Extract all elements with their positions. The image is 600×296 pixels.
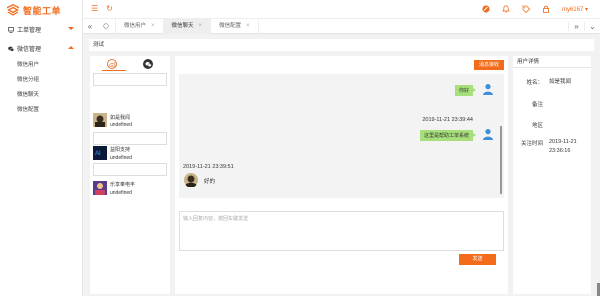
contact-sub: undefined xyxy=(110,155,132,161)
menu-group-wechat[interactable]: 微信管理 xyxy=(0,39,82,58)
weibo-glyph-icon xyxy=(108,61,116,67)
avatar xyxy=(93,113,107,127)
tabs-scroll-right-icon[interactable]: » xyxy=(568,21,584,31)
message-timestamp: 2019-11-21 23:39:51 xyxy=(183,164,234,170)
weibo-icon[interactable] xyxy=(107,59,117,69)
tab-wechat-config[interactable]: 微信配置 × xyxy=(211,18,259,34)
wechat-glyph-icon xyxy=(145,61,151,67)
contact-box xyxy=(93,163,167,176)
caret-down-icon: ▾ xyxy=(584,6,588,13)
sidebar-item-wechat-config[interactable]: 微信配置 xyxy=(0,103,82,118)
active-tab-underline xyxy=(102,70,126,71)
tab-label: 微信聊天 xyxy=(171,22,194,29)
close-icon[interactable]: × xyxy=(246,19,250,34)
field-label: 备注 xyxy=(531,102,543,108)
circle-icon xyxy=(103,23,109,29)
chevron-up-icon xyxy=(68,46,74,49)
menu-group-ticket[interactable]: 工单管理 xyxy=(0,20,82,39)
contact-item[interactable]: 如是我闻 undefined xyxy=(93,93,167,128)
message-timestamp: 2019-11-21 23:39:44 xyxy=(422,117,473,123)
menu-toggle-icon[interactable]: ☰ xyxy=(91,5,98,13)
tabs-scroll-left-icon[interactable]: « xyxy=(83,22,97,31)
bell-icon[interactable] xyxy=(501,5,510,13)
user-detail-panel: 用户详情 姓名： 如是我闻 备注 地区 关注时间 2019-11-21 23:3… xyxy=(513,56,591,294)
top-bar: ☰ ↻ my6167 ▾ xyxy=(83,0,600,19)
contact-sub: undefined xyxy=(110,122,132,128)
app-name: 智能工单 xyxy=(23,5,62,16)
theme-icon[interactable] xyxy=(482,5,490,13)
contact-name: 乐享奉电丰 xyxy=(110,182,136,188)
menu-group-label: 工单管理 xyxy=(17,28,42,34)
svg-text:AI: AI xyxy=(95,151,101,157)
message-text: 好的 xyxy=(204,179,216,185)
main-content: 测试 如是我闻 undefined AI 益阳支持 undefined 乐享奉电… xyxy=(83,35,600,296)
message-input-area[interactable] xyxy=(179,211,504,251)
message-bubble: 你好 xyxy=(454,85,477,96)
tag-icon[interactable] xyxy=(522,5,530,13)
contact-name: 益阳支持 xyxy=(110,147,131,153)
close-icon[interactable]: × xyxy=(199,19,203,34)
chevron-down-icon xyxy=(68,27,74,30)
avatar xyxy=(93,181,107,195)
contact-box xyxy=(93,132,167,145)
wechat-icon xyxy=(8,46,14,51)
contact-name: 如是我闻 xyxy=(110,115,131,121)
avatar xyxy=(184,173,198,187)
contact-item[interactable]: AI 益阳支持 undefined xyxy=(93,132,167,165)
field-label: 地区 xyxy=(531,123,543,129)
send-button[interactable]: 发送 xyxy=(459,254,496,265)
tab-label: 微信配置 xyxy=(219,22,242,29)
username: my6167 xyxy=(561,6,584,13)
menu-group-label: 微信管理 xyxy=(17,47,42,53)
monitor-icon xyxy=(8,26,14,33)
message-list[interactable]: 你好 2019-11-21 23:39:44 这里是帮助工单系统 2019-11… xyxy=(179,74,504,198)
close-icon[interactable]: × xyxy=(151,19,155,34)
tab-wechat-chat[interactable]: 微信聊天 × xyxy=(163,18,212,34)
wechat-icon[interactable] xyxy=(143,59,153,69)
user-avatar-icon xyxy=(483,84,493,95)
tab-label: 微信用户 xyxy=(124,22,147,29)
logo-icon xyxy=(7,4,19,16)
contacts-panel: 如是我闻 undefined AI 益阳支持 undefined 乐享奉电丰 u… xyxy=(90,56,170,294)
sidebar-item-wechat-users[interactable]: 微信用户 xyxy=(0,58,82,73)
sidebar: 智能工单 工单管理 微信管理 微信用户 微信分组 微信聊天 微信配置 xyxy=(0,0,83,296)
page-title: 测试 xyxy=(89,39,594,51)
contact-search-input[interactable] xyxy=(93,73,167,86)
avatar: AI xyxy=(93,146,107,160)
app-logo[interactable]: 智能工单 xyxy=(0,0,82,20)
refresh-icon[interactable]: ↻ xyxy=(106,5,113,13)
detail-title: 用户详情 xyxy=(513,56,591,68)
field-label: 关注时间 xyxy=(520,141,543,147)
sidebar-item-wechat-chat[interactable]: 微信聊天 xyxy=(0,88,82,103)
field-label: 姓名： xyxy=(526,80,543,86)
field-value: 2019-11-21 23:36:16 xyxy=(549,139,577,154)
message-input[interactable] xyxy=(180,212,503,250)
lock-icon[interactable] xyxy=(542,5,550,13)
toolbar-area xyxy=(179,198,504,212)
contact-item[interactable]: 乐享奉电丰 undefined xyxy=(93,163,167,196)
tab-home[interactable] xyxy=(97,18,116,34)
chat-panel: 消息接收 你好 2019-11-21 23:39:44 这里是帮助工单系统 20… xyxy=(175,56,508,294)
sidebar-item-wechat-groups[interactable]: 微信分组 xyxy=(0,73,82,88)
tabs-bar: « 微信用户 × 微信聊天 × 微信配置 × » ⌄ xyxy=(83,18,600,34)
tabs-dropdown-icon[interactable]: ⌄ xyxy=(584,21,600,31)
user-avatar-icon xyxy=(483,129,493,140)
receive-messages-button[interactable]: 消息接收 xyxy=(473,60,504,70)
message-bubble: 这里是帮助工单系统 xyxy=(419,130,477,141)
message-scrollbar[interactable] xyxy=(500,126,502,194)
tab-wechat-users[interactable]: 微信用户 × xyxy=(116,18,164,34)
contact-sub: undefined xyxy=(110,190,132,196)
field-value: 如是我闻 xyxy=(549,79,572,85)
user-menu[interactable]: my6167 ▾ xyxy=(562,6,588,13)
